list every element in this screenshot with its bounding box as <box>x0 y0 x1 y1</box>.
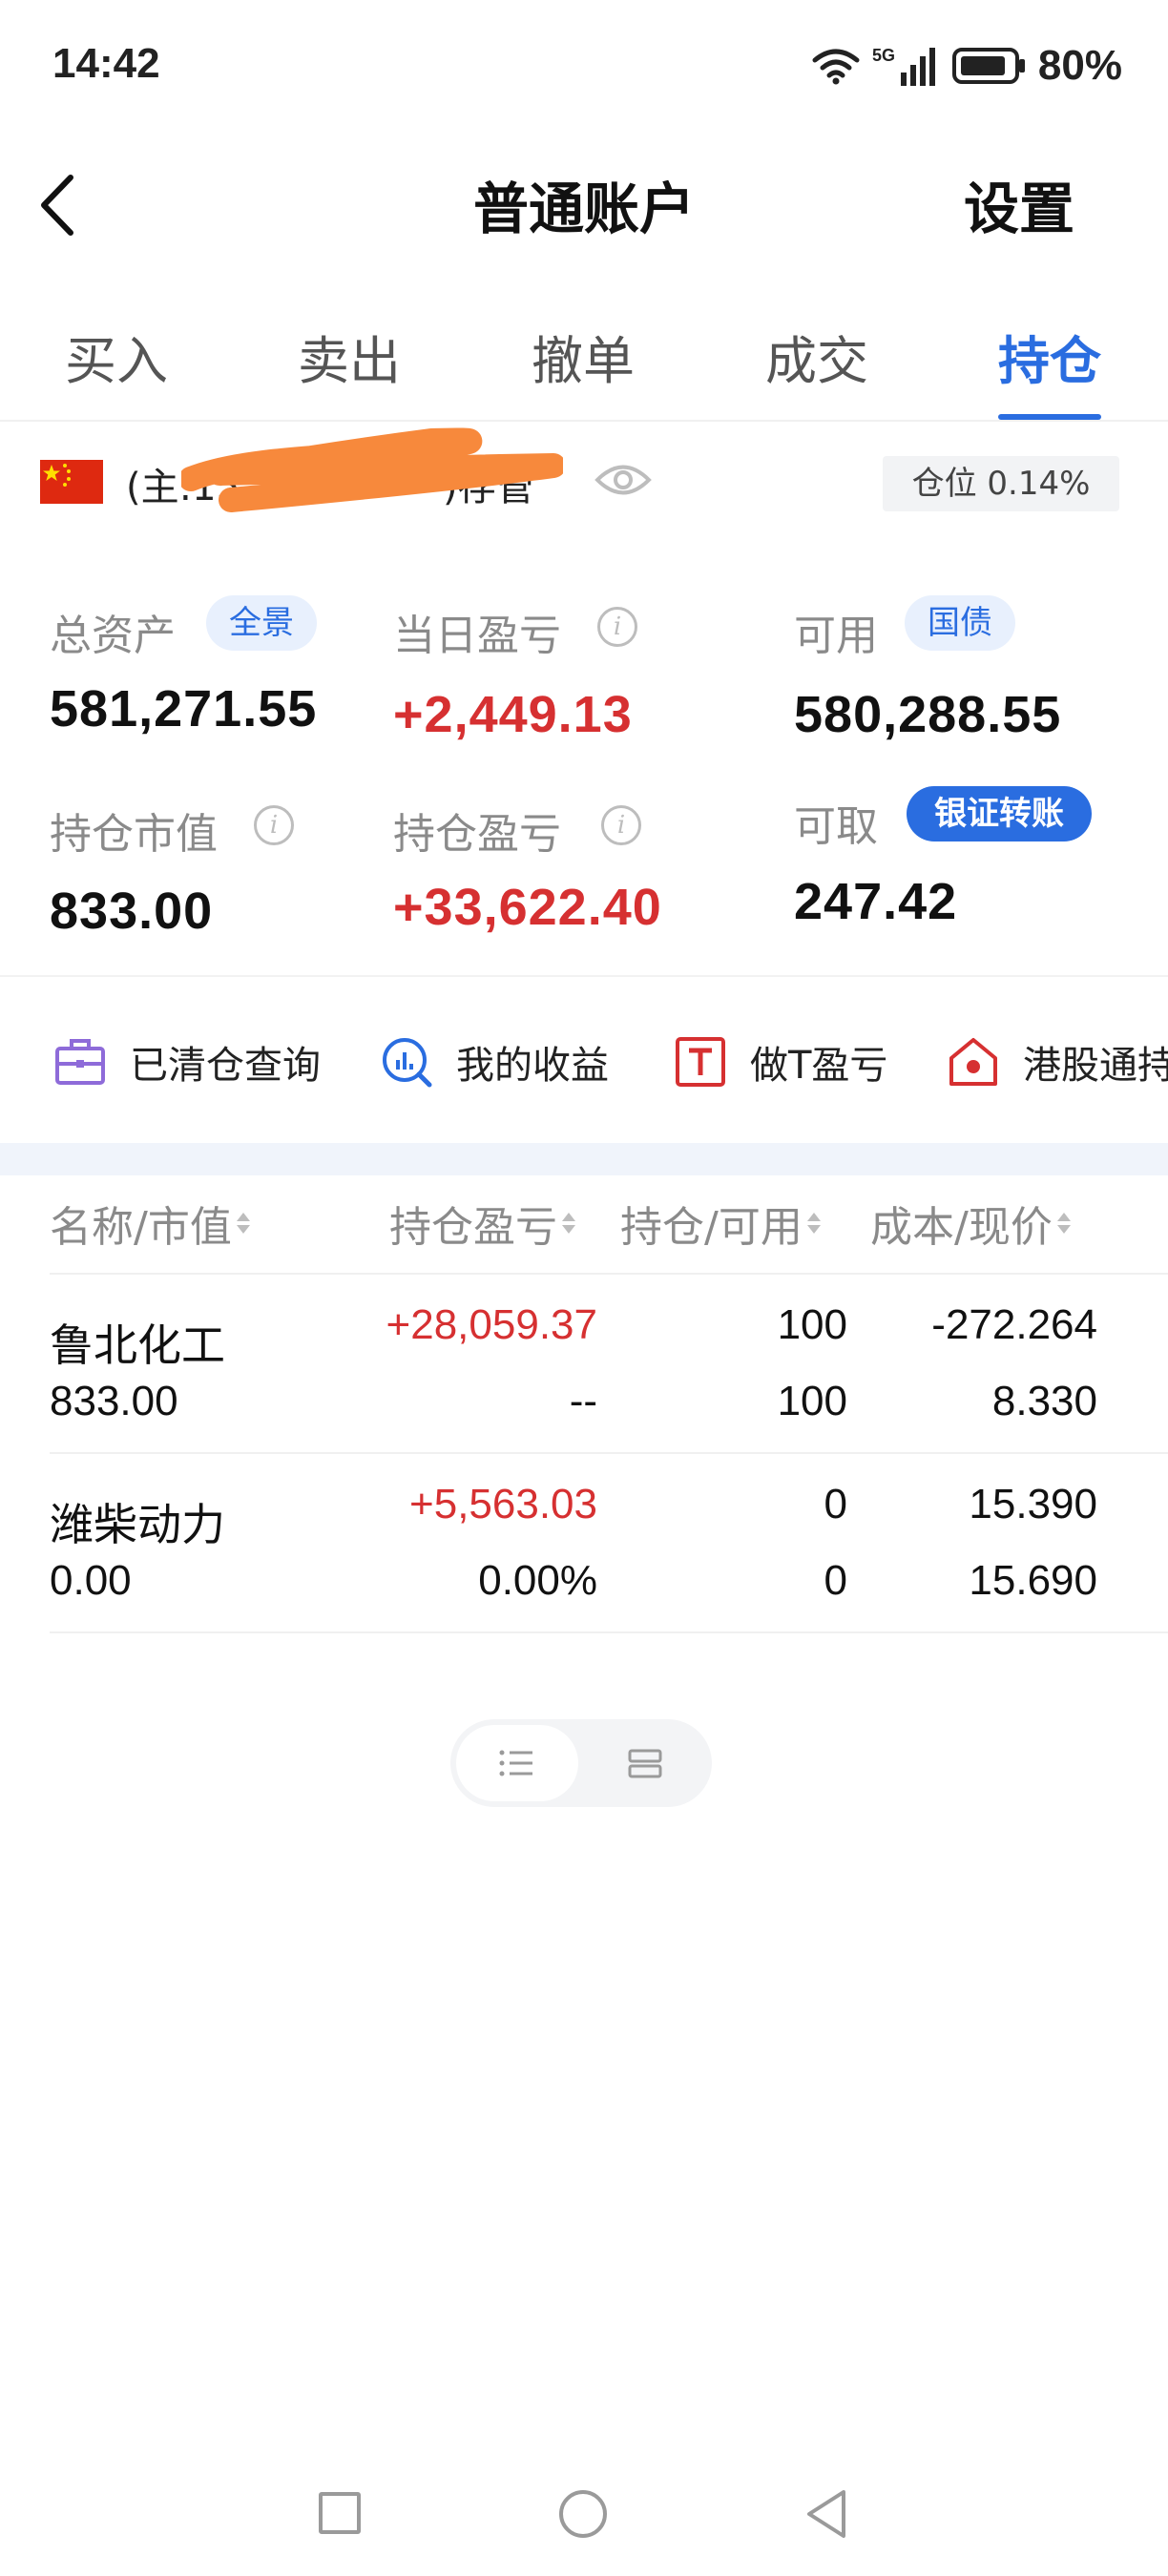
position-pnl-label: 持仓盈亏 <box>393 810 561 859</box>
stock-position: 0 <box>824 1481 847 1527</box>
withdrawable-label: 可取 <box>794 802 878 851</box>
bank-transfer-button[interactable]: 银证转账 <box>907 786 1092 841</box>
cleared-positions-query[interactable]: 已清仓查询 <box>53 1028 321 1095</box>
stock-name: 潍柴动力 <box>50 1499 225 1550</box>
wifi-icon <box>812 49 860 85</box>
stock-pnl-pct: -- <box>569 1378 597 1424</box>
stock-name: 鲁北化工 <box>50 1319 225 1371</box>
stock-market-value: 0.00 <box>50 1557 132 1604</box>
total-assets-value: 581,271.55 <box>50 680 318 737</box>
quick-action-label: 做T盈亏 <box>750 1044 888 1088</box>
stock-available: 100 <box>777 1378 847 1424</box>
stock-pnl: +28,059.37 <box>386 1301 597 1348</box>
market-value-value: 833.00 <box>50 883 214 940</box>
col-header-name[interactable]: 名称/市值 <box>50 1193 251 1254</box>
stock-pnl-pct: 0.00% <box>478 1557 597 1604</box>
system-back-button[interactable] <box>802 2486 849 2542</box>
day-trading-pnl[interactable]: 做T盈亏 <box>674 1028 887 1095</box>
stock-position: 100 <box>777 1301 847 1348</box>
stock-available: 0 <box>824 1557 847 1604</box>
info-icon[interactable]: i <box>254 805 294 845</box>
divider <box>50 1273 1168 1275</box>
stock-cost: 15.390 <box>969 1481 1097 1527</box>
tab-sell[interactable]: 卖出 <box>298 319 401 394</box>
available-label: 可用 <box>794 612 878 660</box>
daily-pnl-value: +2,449.13 <box>393 686 633 743</box>
quick-action-label: 我的收益 <box>456 1044 609 1088</box>
battery-icon <box>951 48 1025 84</box>
signal-icon: 5G <box>872 46 935 86</box>
redaction-scribble <box>181 427 563 512</box>
daily-pnl-label: 当日盈亏 <box>393 612 561 660</box>
divider <box>0 420 1168 422</box>
section-separator <box>0 1143 1168 1175</box>
china-flag-icon <box>40 460 103 504</box>
list-icon <box>499 1750 532 1776</box>
col-header-cost[interactable]: 成本/现价 <box>870 1193 1072 1254</box>
tab-buy[interactable]: 买入 <box>65 319 168 394</box>
quick-action-label: 港股通持 <box>1023 1044 1168 1088</box>
divider <box>0 975 1168 977</box>
position-ratio-badge: 仓位 0.14% <box>883 456 1119 511</box>
hk-house-icon <box>949 1038 997 1086</box>
stock-market-value: 833.00 <box>50 1378 178 1424</box>
sort-icon <box>1056 1209 1072 1237</box>
settings-button[interactable]: 设置 <box>964 164 1074 244</box>
card-view-button[interactable] <box>584 1725 706 1801</box>
available-value: 580,288.55 <box>794 686 1062 743</box>
battery-level: 80% <box>1037 42 1122 89</box>
eye-icon[interactable] <box>594 460 653 500</box>
sort-icon <box>236 1209 251 1237</box>
info-icon[interactable]: i <box>601 805 641 845</box>
col-header-pnl[interactable]: 持仓盈亏 <box>389 1193 576 1254</box>
panorama-tag[interactable]: 全景 <box>206 595 317 651</box>
market-value-label: 持仓市值 <box>50 810 218 859</box>
tab-holdings[interactable]: 持仓 <box>998 319 1101 394</box>
stock-cost: -272.264 <box>931 1301 1097 1348</box>
recent-apps-button[interactable] <box>319 2492 361 2534</box>
position-pnl-value: +33,622.40 <box>393 879 662 936</box>
stock-pnl: +5,563.03 <box>409 1481 597 1527</box>
divider <box>50 1631 1168 1633</box>
t-square-icon <box>676 1037 725 1087</box>
info-icon[interactable]: i <box>597 607 637 647</box>
card-view-icon <box>628 1749 662 1778</box>
sort-icon <box>806 1209 822 1237</box>
triangle-back-icon <box>807 2490 845 2538</box>
view-mode-toggle <box>450 1719 712 1807</box>
status-time: 14:42 <box>52 40 160 87</box>
stock-price: 15.690 <box>969 1557 1097 1604</box>
stock-price: 8.330 <box>991 1378 1097 1424</box>
tab-cancel[interactable]: 撤单 <box>532 319 635 394</box>
network-type: 5G <box>872 46 895 65</box>
hk-connect-holdings[interactable]: 港股通持 <box>947 1028 1168 1095</box>
my-earnings[interactable]: 我的收益 <box>380 1028 609 1095</box>
list-view-button[interactable] <box>456 1725 578 1801</box>
quick-action-label: 已清仓查询 <box>130 1044 321 1088</box>
home-button[interactable] <box>559 2490 607 2538</box>
tab-deals[interactable]: 成交 <box>765 319 868 394</box>
sort-icon <box>561 1209 576 1237</box>
divider <box>50 1452 1168 1454</box>
status-icons: 5G 80% <box>811 40 1122 92</box>
briefcase-icon <box>55 1039 105 1085</box>
total-assets-label: 总资产 <box>50 612 176 660</box>
treasury-tag[interactable]: 国债 <box>905 595 1015 651</box>
chart-magnifier-icon <box>383 1038 432 1088</box>
col-header-position[interactable]: 持仓/可用 <box>620 1193 822 1254</box>
trade-tabs: 买入 卖出 撤单 成交 持仓 <box>0 307 1168 420</box>
withdrawable-value: 247.42 <box>794 873 958 930</box>
